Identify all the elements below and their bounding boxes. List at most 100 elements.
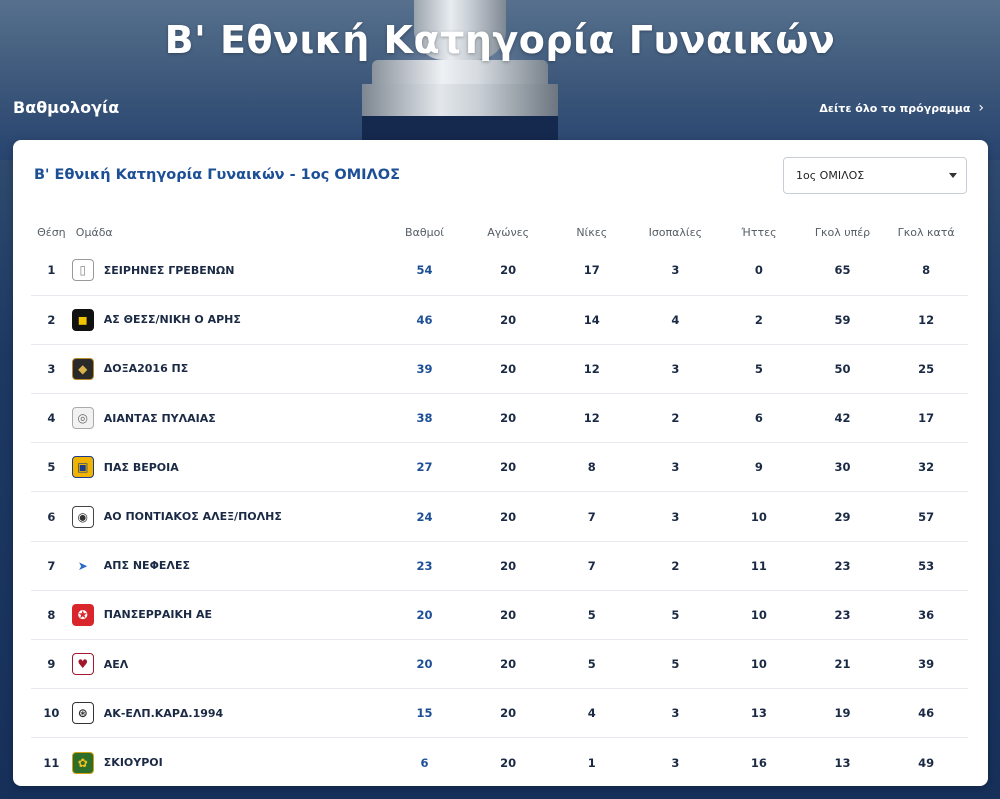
position-cell: 1	[47, 263, 56, 278]
points-cell: 23	[416, 558, 433, 573]
table-row[interactable]: 1 ▯ ΣΕΙΡΗΝΕΣ ΓΡΕΒΕΝΩΝ 54 20 17 3 0 65 8	[31, 246, 968, 296]
team-cell: ♥ ΑΕΛ	[71, 640, 383, 689]
position-cell: 10	[43, 706, 60, 721]
team-name[interactable]: ΑΚ-ΕΛΠ.ΚΑΡΔ.1994	[104, 707, 223, 720]
points-cell: 39	[416, 361, 433, 376]
col-header-team: Ομάδα	[75, 225, 113, 239]
losses-cell: 5	[754, 361, 763, 376]
table-header-row: Θέση Ομάδα Βαθμοί Αγώνες Νίκες Ισοπαλίες…	[31, 218, 968, 246]
table-row[interactable]: 8 ✪ ΠΑΝΣΕΡΡΑΙΚΗ ΑΕ 20 20 5 5 10 23 36	[31, 590, 968, 640]
team-name[interactable]: ΑΟ ΠΟΝΤΙΑΚΟΣ ΑΛΕΞ/ΠΟΛΗΣ	[104, 510, 282, 523]
team-cell: ▯ ΣΕΙΡΗΝΕΣ ΓΡΕΒΕΝΩΝ	[71, 246, 383, 295]
played-cell: 20	[500, 607, 517, 622]
wins-cell: 5	[587, 657, 596, 672]
standings-title: Β' Εθνική Κατηγορία Γυναικών - 1ος ΟΜΙΛΟ…	[34, 167, 400, 183]
goals-for-cell: 21	[834, 657, 851, 672]
wins-cell: 17	[583, 263, 600, 278]
position-cell: 6	[47, 509, 56, 524]
aiantas-crest-icon: ◎	[71, 407, 94, 430]
table-row[interactable]: 9 ♥ ΑΕΛ 20 20 5 5 10 21 39	[31, 640, 968, 689]
points-cell: 15	[416, 706, 433, 721]
goals-for-cell: 50	[834, 361, 851, 376]
goals-against-cell: 12	[918, 312, 935, 327]
caret-down-icon	[949, 173, 957, 178]
team-cell: ◎ ΑΙΑΝΤΑΣ ΠΥΛΑΙΑΣ	[71, 394, 383, 443]
table-row[interactable]: 10 ⊛ ΑΚ-ΕΛΠ.ΚΑΡΔ.1994 15 20 4 3 13 19 46	[31, 689, 968, 738]
played-cell: 20	[500, 361, 517, 376]
goals-for-cell: 23	[834, 558, 851, 573]
draws-cell: 2	[671, 558, 680, 573]
goals-against-cell: 8	[922, 263, 931, 278]
played-cell: 20	[500, 706, 517, 721]
goals-against-cell: 57	[918, 509, 935, 524]
col-header-draws: Ισοπαλίες	[648, 225, 703, 239]
full-schedule-link[interactable]: Δείτε όλο το πρόγραμμα ›	[819, 100, 984, 116]
played-cell: 20	[500, 312, 517, 327]
wins-cell: 7	[587, 558, 596, 573]
played-cell: 20	[500, 460, 517, 475]
wins-cell: 1	[587, 755, 596, 770]
table-row[interactable]: 2 ◼ ΑΣ ΘΕΣΣ/ΝΙΚΗ Ο ΑΡΗΣ 46 20 14 4 2 59 12	[31, 295, 968, 345]
team-name[interactable]: ΑΙΑΝΤΑΣ ΠΥΛΑΙΑΣ	[104, 412, 216, 425]
losses-cell: 11	[750, 558, 767, 573]
wins-cell: 14	[583, 312, 600, 327]
team-name[interactable]: ΑΠΣ ΝΕΦΕΛΕΣ	[104, 559, 190, 572]
team-cell: ➤ ΑΠΣ ΝΕΦΕΛΕΣ	[71, 541, 383, 590]
team-name[interactable]: ΔΟΞΑ2016 ΠΣ	[104, 362, 189, 375]
goals-against-cell: 39	[918, 657, 935, 672]
wins-cell: 7	[587, 509, 596, 524]
team-name[interactable]: ΣΚΙΟΥΡΟΙ	[104, 756, 163, 769]
table-row[interactable]: 4 ◎ ΑΙΑΝΤΑΣ ΠΥΛΑΙΑΣ 38 20 12 2 6 42 17	[31, 394, 968, 443]
team-cell: ◉ ΑΟ ΠΟΝΤΙΑΚΟΣ ΑΛΕΞ/ΠΟΛΗΣ	[71, 492, 383, 541]
points-cell: 6	[420, 755, 429, 770]
col-header-wins: Νίκες	[576, 225, 608, 239]
position-cell: 3	[47, 361, 56, 376]
points-cell: 27	[416, 460, 433, 475]
table-row[interactable]: 7 ➤ ΑΠΣ ΝΕΦΕΛΕΣ 23 20 7 2 11 23 53	[31, 541, 968, 591]
draws-cell: 3	[671, 361, 680, 376]
draws-cell: 3	[671, 263, 680, 278]
table-row[interactable]: 5 ▣ ΠΑΣ ΒΕΡΟΙΑ 27 20 8 3 9 30 32	[31, 443, 968, 492]
table-row[interactable]: 3 ◆ ΔΟΞΑ2016 ΠΣ 39 20 12 3 5 50 25	[31, 344, 968, 394]
goals-for-cell: 65	[834, 263, 851, 278]
points-cell: 46	[416, 312, 433, 327]
losses-cell: 2	[754, 312, 763, 327]
full-schedule-link-label: Δείτε όλο το πρόγραμμα	[819, 101, 971, 115]
losses-cell: 16	[750, 755, 767, 770]
team-name[interactable]: ΠΑΝΣΕΡΡΑΙΚΗ ΑΕ	[104, 608, 212, 621]
draws-cell: 3	[671, 706, 680, 721]
goals-for-cell: 30	[834, 460, 851, 475]
team-cell: ⊛ ΑΚ-ΕΛΠ.ΚΑΡΔ.1994	[71, 689, 383, 738]
position-cell: 9	[47, 657, 56, 672]
team-name[interactable]: ΣΕΙΡΗΝΕΣ ΓΡΕΒΕΝΩΝ	[104, 264, 235, 277]
goals-against-cell: 53	[918, 558, 935, 573]
played-cell: 20	[500, 755, 517, 770]
group-select[interactable]: 1ος ΟΜΙΛΟΣ	[783, 157, 967, 194]
wins-cell: 5	[587, 607, 596, 622]
wins-cell: 8	[587, 460, 596, 475]
draws-cell: 2	[671, 411, 680, 426]
pontiakos-crest-icon: ◉	[71, 505, 94, 528]
table-row[interactable]: 11 ✿ ΣΚΙΟΥΡΟΙ 6 20 1 3 16 13 49	[31, 738, 968, 787]
col-header-losses: Ήττες	[741, 225, 777, 239]
team-name[interactable]: ΠΑΣ ΒΕΡΟΙΑ	[104, 461, 179, 474]
col-header-goals-for: Γκολ υπέρ	[814, 225, 871, 239]
goals-for-cell: 42	[834, 411, 851, 426]
wins-cell: 12	[583, 361, 600, 376]
team-name[interactable]: ΑΕΛ	[104, 658, 129, 671]
skiouroi-crest-icon: ✿	[71, 751, 94, 774]
team-name[interactable]: ΑΣ ΘΕΣΣ/ΝΙΚΗ Ο ΑΡΗΣ	[104, 313, 241, 326]
table-row[interactable]: 6 ◉ ΑΟ ΠΟΝΤΙΑΚΟΣ ΑΛΕΞ/ΠΟΛΗΣ 24 20 7 3 10 29 57	[31, 492, 968, 542]
position-cell: 4	[47, 411, 56, 426]
section-title: Βαθμολογία	[13, 98, 120, 117]
position-cell: 7	[47, 558, 56, 573]
col-header-points: Βαθμοί	[405, 225, 445, 239]
veroia-crest-icon: ▣	[71, 456, 94, 479]
points-cell: 20	[416, 657, 433, 672]
losses-cell: 10	[750, 509, 767, 524]
goals-for-cell: 29	[834, 509, 851, 524]
col-header-goals-against: Γκολ κατά	[897, 225, 955, 239]
goals-for-cell: 13	[834, 755, 851, 770]
draws-cell: 5	[671, 657, 680, 672]
draws-cell: 3	[671, 755, 680, 770]
